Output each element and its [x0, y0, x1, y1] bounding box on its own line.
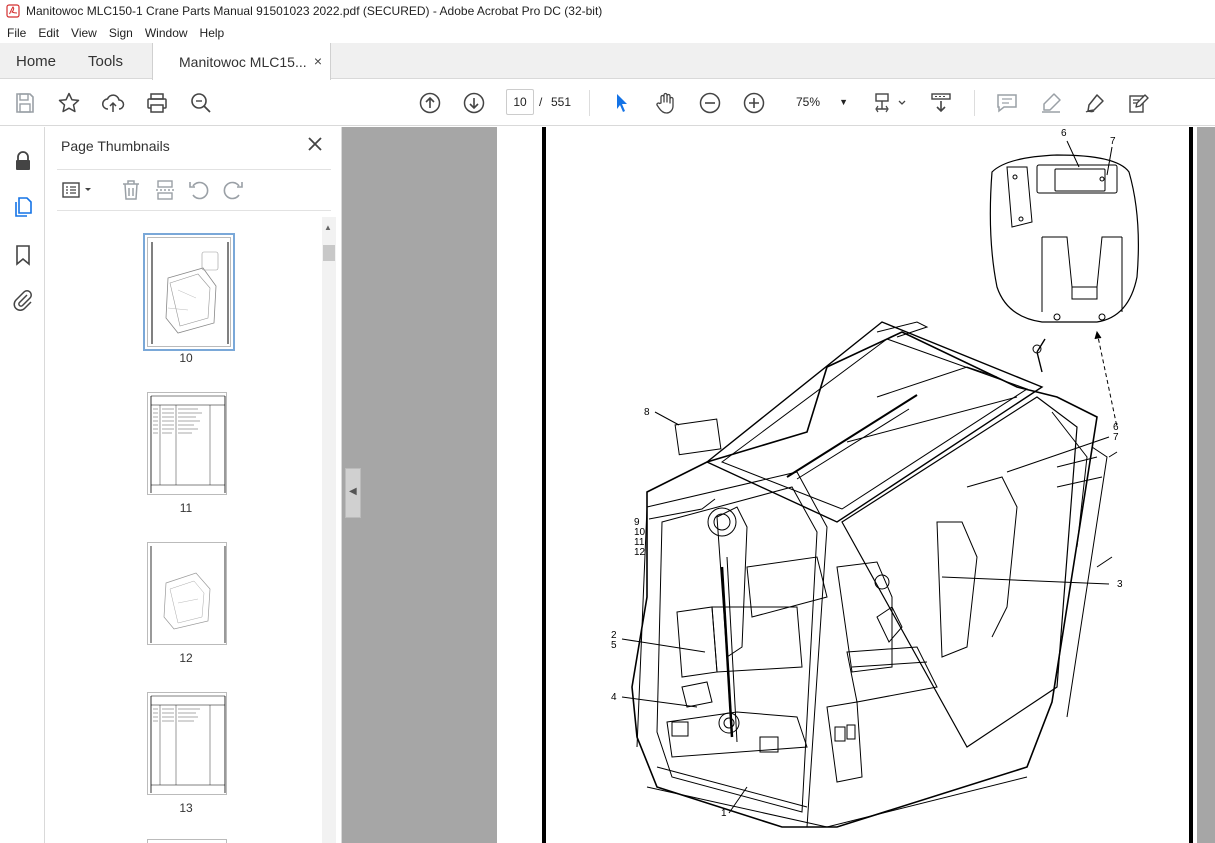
lock-icon[interactable]	[11, 149, 35, 173]
thumbnail-page-13[interactable]	[147, 692, 227, 795]
select-arrow-icon[interactable]	[610, 91, 634, 115]
thumbnail-page-12[interactable]	[147, 542, 227, 645]
close-tab-icon[interactable]: ×	[314, 53, 322, 69]
page-view-icon[interactable]	[873, 91, 909, 115]
acrobat-window: Manitowoc MLC150-1 Crane Parts Manual 91…	[0, 0, 1215, 843]
thumbnail-options-icon[interactable]	[61, 178, 95, 202]
pages-icon[interactable]	[11, 195, 35, 219]
chevron-left-icon: ◀	[349, 486, 357, 497]
callout-6-detail: 6	[1061, 128, 1067, 139]
save-icon[interactable]	[13, 91, 37, 115]
zoom-in-icon[interactable]	[742, 91, 766, 115]
comment-icon[interactable]	[995, 91, 1019, 115]
page-thumbnails-panel: Page Thumbnails 10 11 12 13 ▲	[45, 127, 342, 843]
collapse-panel-handle[interactable]: ◀	[345, 468, 361, 518]
pdf-page: 6 7 8 6 7 9 10 11 12 3 2 5 4 1	[497, 127, 1197, 843]
page-separator: /	[539, 95, 543, 109]
thumbnail-label: 13	[179, 801, 193, 815]
toolbar-divider	[974, 90, 975, 116]
window-title: Manitowoc MLC150-1 Crane Parts Manual 91…	[26, 4, 603, 18]
page-total: 551	[551, 95, 572, 109]
thumbnail-page-10[interactable]	[143, 233, 235, 351]
highlight-icon[interactable]	[1039, 91, 1063, 115]
print-icon[interactable]	[145, 91, 169, 115]
menu-bar: File Edit View Sign Window Help	[0, 22, 1215, 43]
hand-icon[interactable]	[654, 91, 678, 115]
cab-parts-drawing	[621, 140, 1139, 828]
search-zoom-icon[interactable]	[189, 91, 213, 115]
callout-12: 12	[634, 547, 646, 558]
callout-3: 3	[1117, 579, 1123, 590]
tab-document[interactable]: Manitowoc MLC15... ×	[152, 43, 331, 80]
menu-file[interactable]: File	[0, 26, 32, 40]
bookmark-icon[interactable]	[11, 243, 35, 267]
toolbar-divider	[589, 90, 590, 116]
sign-icon[interactable]	[1083, 91, 1107, 115]
menu-edit[interactable]: Edit	[32, 26, 65, 40]
thumbnail-scrollbar[interactable]: ▲	[322, 217, 336, 843]
fill-sign-icon[interactable]	[1127, 91, 1151, 115]
thumbnail-label: 12	[179, 651, 193, 665]
panel-title: Page Thumbnails	[61, 138, 170, 154]
close-icon[interactable]	[307, 136, 323, 152]
menu-window[interactable]: Window	[139, 26, 194, 40]
viewport-right-margin	[1197, 127, 1215, 843]
tab-home[interactable]: Home	[16, 43, 56, 79]
scroll-up-icon[interactable]: ▲	[324, 223, 332, 232]
callout-5: 5	[611, 640, 617, 651]
thumbnail-toolbar	[57, 169, 331, 211]
tab-document-label: Manitowoc MLC15...	[179, 53, 307, 70]
main-toolbar	[0, 80, 1215, 126]
menu-help[interactable]: Help	[194, 26, 231, 40]
title-bar: Manitowoc MLC150-1 Crane Parts Manual 91…	[0, 0, 1215, 22]
chevron-down-icon: ▼	[839, 97, 848, 107]
zoom-value: 75%	[796, 95, 821, 109]
bookmark-star-icon[interactable]	[57, 91, 81, 115]
scrollbar-thumb[interactable]	[323, 245, 335, 261]
page-up-icon[interactable]	[418, 91, 442, 115]
scroll-mode-icon[interactable]	[929, 91, 953, 115]
callout-4: 4	[611, 692, 617, 703]
attachment-icon[interactable]	[11, 288, 35, 312]
page-down-icon[interactable]	[462, 91, 486, 115]
thumbnail-label: 10	[179, 351, 193, 365]
acrobat-logo-icon	[6, 4, 20, 18]
thumbnail-next-partial	[147, 839, 227, 843]
zoom-out-icon[interactable]	[698, 91, 722, 115]
delete-icon[interactable]	[119, 178, 143, 202]
callout-8: 8	[644, 407, 650, 418]
rotate-right-icon[interactable]	[221, 178, 245, 202]
tab-tools[interactable]: Tools	[88, 43, 123, 79]
share-upload-icon[interactable]	[101, 91, 125, 115]
rotate-left-icon[interactable]	[187, 178, 211, 202]
menu-sign[interactable]: Sign	[103, 26, 139, 40]
callout-1: 1	[721, 808, 727, 819]
thumbnail-label: 11	[179, 501, 193, 515]
extract-pages-icon[interactable]	[153, 178, 177, 202]
callout-7-detail: 7	[1110, 136, 1116, 147]
menu-view[interactable]: View	[65, 26, 103, 40]
page-number-input[interactable]: 10	[506, 89, 534, 115]
callout-7: 7	[1113, 432, 1119, 443]
tab-bar: Home Tools Manitowoc MLC15... ×	[0, 43, 1215, 80]
thumbnail-page-11[interactable]	[147, 392, 227, 495]
left-nav-rail	[0, 127, 45, 843]
zoom-select[interactable]: 75% ▼	[786, 89, 854, 115]
